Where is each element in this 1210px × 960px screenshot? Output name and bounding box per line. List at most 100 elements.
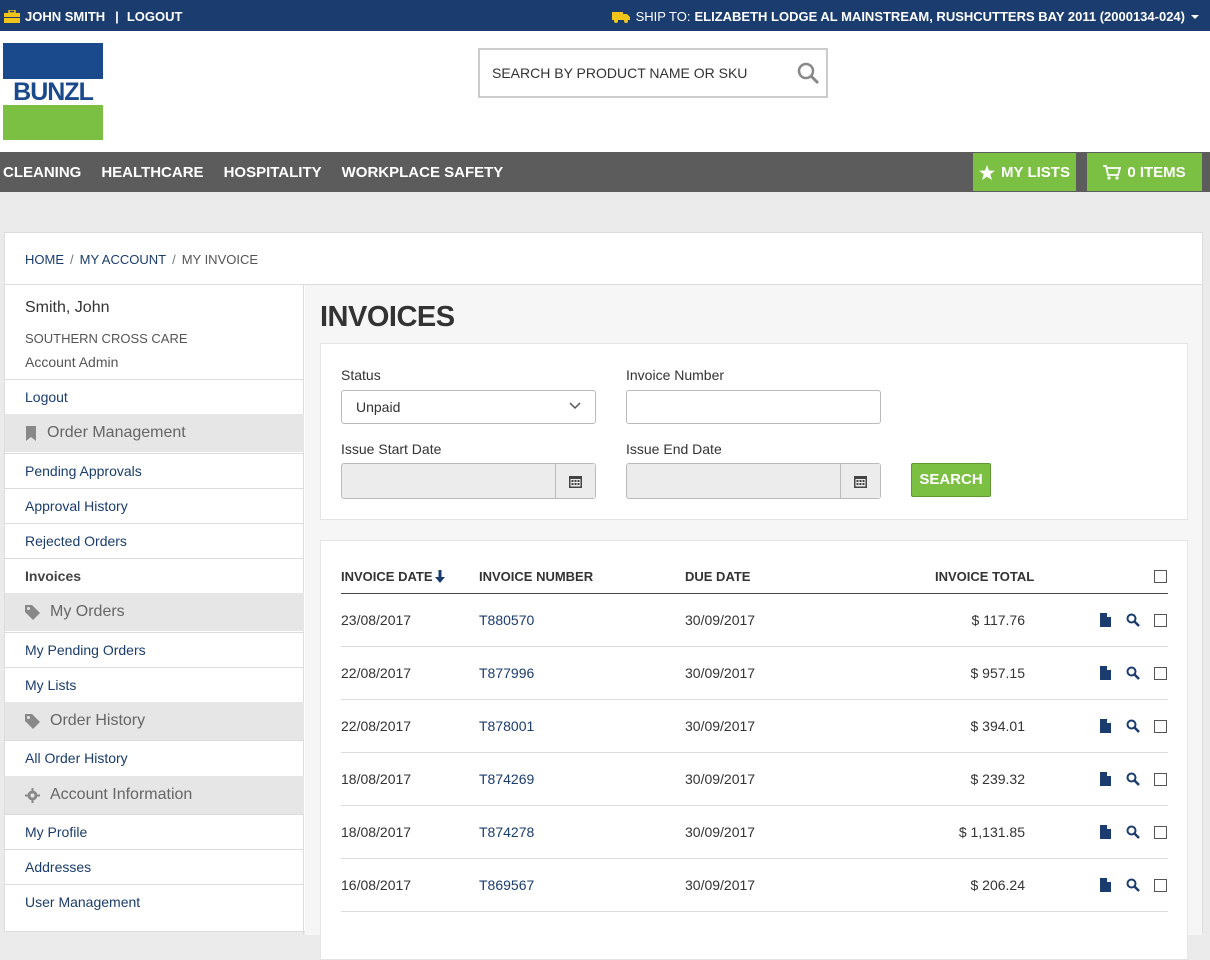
select-all-checkbox[interactable]	[1154, 570, 1167, 583]
nav-item-workplace-safety[interactable]: WORKPLACE SAFETY	[342, 164, 504, 181]
invoice-number-field[interactable]	[626, 390, 881, 424]
gear-icon	[25, 787, 40, 803]
nav-item-cleaning[interactable]: CLEANING	[3, 164, 81, 181]
search-icon[interactable]	[796, 61, 820, 85]
logout-link[interactable]: LOGOUT	[127, 9, 183, 24]
invoice-total: $ 117.76	[971, 612, 1025, 628]
invoice-total: $ 1,131.85	[958, 824, 1025, 840]
row-checkbox[interactable]	[1154, 879, 1167, 892]
search-icon[interactable]	[1126, 666, 1140, 680]
bunzl-logo[interactable]: BUNZL	[3, 43, 103, 140]
sidebar-item-my-pending-orders[interactable]: My Pending Orders	[5, 632, 304, 667]
invoice-number-link[interactable]: T880570	[479, 612, 534, 628]
column-invoice-total[interactable]: INVOICE TOTAL	[935, 569, 1034, 584]
sidebar-section-label: Order History	[50, 712, 146, 729]
user-name[interactable]: JOHN SMITH	[25, 9, 105, 24]
chevron-down-icon	[569, 402, 581, 410]
breadcrumb: HOME / MY ACCOUNT / MY INVOICE	[25, 252, 258, 267]
user-menu: JOHN SMITH | LOGOUT	[4, 9, 182, 24]
invoice-number-link[interactable]: T874269	[479, 771, 534, 787]
document-icon[interactable]	[1100, 613, 1111, 627]
sidebar-item-pending-approvals[interactable]: Pending Approvals	[5, 453, 304, 488]
site-header: BUNZL	[0, 31, 1210, 152]
invoice-table: INVOICE DATE INVOICE NUMBER DUE DATE INV…	[320, 540, 1188, 960]
due-date: 30/09/2017	[685, 771, 756, 787]
document-icon[interactable]	[1100, 825, 1111, 839]
sidebar-item-logout[interactable]: Logout	[5, 379, 304, 414]
calendar-button[interactable]	[840, 464, 880, 498]
invoice-number-link[interactable]: T877996	[479, 665, 534, 681]
sidebar-item-my-profile[interactable]: My Profile	[5, 814, 304, 849]
caret-down-icon[interactable]	[1190, 14, 1200, 20]
search-input[interactable]	[492, 63, 782, 83]
document-icon[interactable]	[1100, 772, 1111, 786]
truck-icon	[611, 11, 630, 23]
ship-to-selector[interactable]: SHIP TO: ELIZABETH LODGE AL MAINSTREAM, …	[611, 9, 1200, 24]
sidebar-section-my-orders: My Orders	[5, 593, 304, 631]
my-lists-button[interactable]: MY LISTS	[973, 153, 1076, 191]
row-checkbox[interactable]	[1154, 667, 1167, 680]
sidebar-section-label: Order Management	[47, 424, 186, 441]
search-icon[interactable]	[1126, 719, 1140, 733]
end-date-field[interactable]	[626, 463, 881, 499]
my-lists-label: MY LISTS	[1001, 163, 1070, 181]
document-icon[interactable]	[1100, 878, 1111, 892]
table-row: 16/08/2017 T869567 30/09/2017 $ 206.24	[341, 859, 1168, 912]
row-checkbox[interactable]	[1154, 614, 1167, 627]
invoice-number-link[interactable]: T869567	[479, 877, 534, 893]
invoice-number-link[interactable]: T874278	[479, 824, 534, 840]
status-label: Status	[341, 367, 381, 383]
sidebar-item-all-order-history[interactable]: All Order History	[5, 740, 304, 775]
invoice-total: $ 206.24	[970, 877, 1026, 893]
top-bar: JOHN SMITH | LOGOUT SHIP TO: ELIZABETH L…	[0, 0, 1210, 31]
calendar-icon	[569, 475, 582, 488]
breadcrumb-home[interactable]: HOME	[25, 252, 64, 267]
sidebar-section-label: Account Information	[50, 786, 193, 803]
document-icon[interactable]	[1100, 719, 1111, 733]
search-icon[interactable]	[1126, 772, 1140, 786]
start-date-label: Issue Start Date	[341, 441, 442, 457]
nav-item-hospitality[interactable]: HOSPITALITY	[224, 164, 322, 181]
search-button[interactable]: SEARCH	[911, 463, 991, 497]
due-date: 30/09/2017	[685, 612, 756, 628]
table-header: INVOICE DATE INVOICE NUMBER DUE DATE INV…	[341, 569, 1168, 594]
account-sidebar: Smith, John SOUTHERN CROSS CARE Account …	[5, 285, 304, 935]
invoice-date: 18/08/2017	[341, 824, 412, 840]
sidebar-item-my-lists[interactable]: My Lists	[5, 667, 304, 702]
cart-button[interactable]: 0 ITEMS	[1087, 153, 1202, 191]
profile-summary: Smith, John SOUTHERN CROSS CARE Account …	[5, 285, 304, 379]
account-content: HOME / MY ACCOUNT / MY INVOICE Smith, Jo…	[4, 232, 1203, 960]
invoices-panel: INVOICES Status Unpaid Invoice Number Is…	[305, 285, 1202, 960]
status-select[interactable]: Unpaid	[341, 390, 596, 424]
breadcrumb-my-account[interactable]: MY ACCOUNT	[80, 252, 166, 267]
search-icon[interactable]	[1126, 825, 1140, 839]
column-invoice-date[interactable]: INVOICE DATE	[341, 569, 445, 584]
search-icon[interactable]	[1126, 613, 1140, 627]
invoice-number-link[interactable]: T878001	[479, 718, 534, 734]
due-date: 30/09/2017	[685, 877, 756, 893]
sidebar-item-approval-history[interactable]: Approval History	[5, 488, 304, 523]
sidebar-item-user-management[interactable]: User Management	[5, 884, 304, 919]
ship-to-value[interactable]: ELIZABETH LODGE AL MAINSTREAM, RUSHCUTTE…	[694, 9, 1185, 24]
breadcrumb-separator: /	[70, 252, 74, 267]
table-row: 18/08/2017 T874278 30/09/2017 $ 1,131.85	[341, 806, 1168, 859]
row-checkbox[interactable]	[1154, 826, 1167, 839]
calendar-icon	[854, 475, 867, 488]
sidebar-item-invoices[interactable]: Invoices	[5, 558, 304, 593]
main-nav: CLEANING HEALTHCARE HOSPITALITY WORKPLAC…	[0, 152, 1210, 192]
calendar-button[interactable]	[555, 464, 595, 498]
document-icon[interactable]	[1100, 666, 1111, 680]
separator: |	[115, 9, 119, 24]
sidebar-item-rejected-orders[interactable]: Rejected Orders	[5, 523, 304, 558]
column-due-date[interactable]: DUE DATE	[685, 569, 750, 584]
row-checkbox[interactable]	[1154, 773, 1167, 786]
category-menu: CLEANING HEALTHCARE HOSPITALITY WORKPLAC…	[3, 152, 523, 192]
start-date-field[interactable]	[341, 463, 596, 499]
row-checkbox[interactable]	[1154, 720, 1167, 733]
nav-item-healthcare[interactable]: HEALTHCARE	[101, 164, 203, 181]
invoice-total: $ 239.32	[970, 771, 1026, 787]
sidebar-item-addresses[interactable]: Addresses	[5, 849, 304, 884]
invoice-date: 22/08/2017	[341, 665, 412, 681]
search-icon[interactable]	[1126, 878, 1140, 892]
column-invoice-number[interactable]: INVOICE NUMBER	[479, 569, 593, 584]
